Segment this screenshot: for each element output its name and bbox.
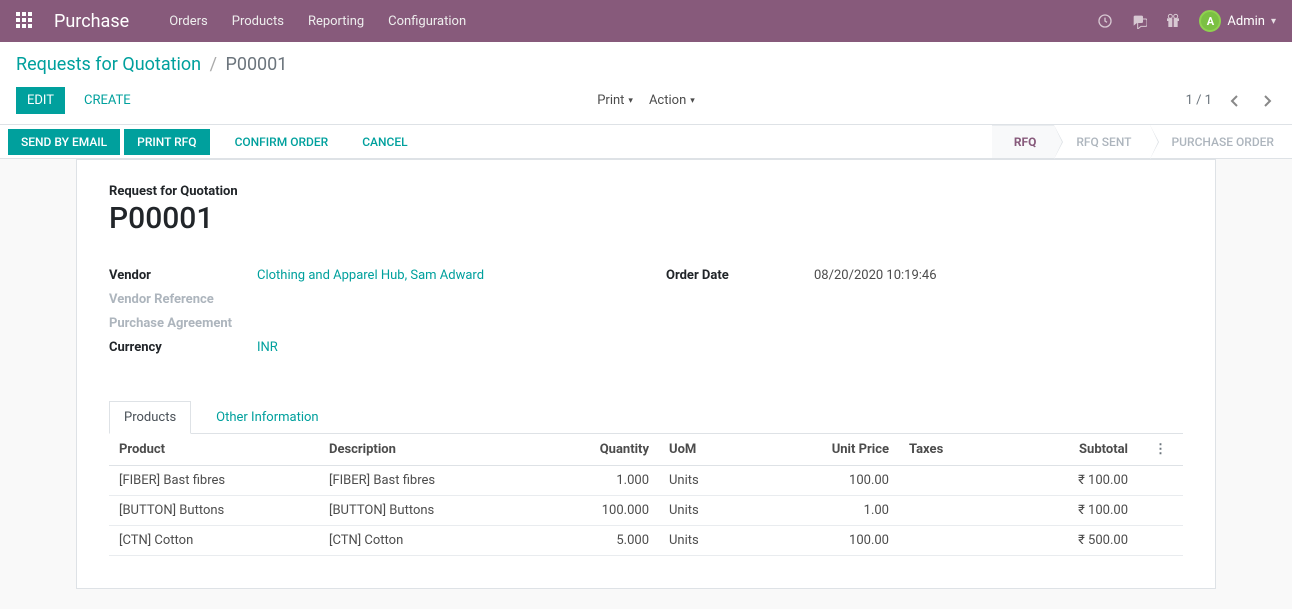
user-menu[interactable]: A Admin ▾: [1199, 10, 1276, 32]
notebook-tabs: Products Other Information: [109, 400, 1183, 434]
cell-product: [BUTTON] Buttons: [109, 496, 319, 526]
edit-button[interactable]: EDIT: [16, 87, 65, 114]
cell-product: [FIBER] Bast fibres: [109, 466, 319, 496]
print-dropdown[interactable]: Print ▾: [597, 93, 633, 108]
pager-prev-icon[interactable]: [1226, 94, 1244, 108]
caret-down-icon: ▾: [690, 96, 695, 106]
avatar-letter: A: [1207, 15, 1214, 28]
control-panel: EDIT CREATE Print ▾ Action ▾ 1 / 1: [0, 79, 1292, 125]
menu-configuration[interactable]: Configuration: [388, 14, 466, 29]
cell-taxes: [899, 466, 999, 496]
vendor-ref-label: Vendor Reference: [109, 292, 257, 308]
confirm-order-button[interactable]: CONFIRM ORDER: [222, 129, 342, 155]
cell-quantity: 1.000: [549, 466, 659, 496]
table-row[interactable]: [BUTTON] Buttons[BUTTON] Buttons100.000U…: [109, 496, 1183, 526]
action-label: Action: [649, 93, 686, 108]
chevron-down-icon: ▾: [1271, 16, 1276, 27]
cell-unit-price: 100.00: [749, 466, 899, 496]
col-quantity[interactable]: Quantity: [549, 434, 659, 466]
send-email-button[interactable]: SEND BY EMAIL: [8, 129, 120, 155]
breadcrumb-bar: Requests for Quotation / P00001: [0, 42, 1292, 79]
cell-description: [FIBER] Bast fibres: [319, 466, 549, 496]
col-taxes[interactable]: Taxes: [899, 434, 999, 466]
cell-taxes: [899, 496, 999, 526]
activity-icon[interactable]: [1097, 13, 1113, 29]
breadcrumb-root[interactable]: Requests for Quotation: [16, 54, 201, 75]
menu-products[interactable]: Products: [232, 14, 284, 29]
avatar: A: [1199, 10, 1221, 32]
pager[interactable]: 1 / 1: [1186, 93, 1212, 108]
order-date-label: Order Date: [666, 268, 814, 284]
user-name: Admin: [1227, 14, 1265, 29]
breadcrumb-separator: /: [210, 54, 217, 75]
cell-description: [BUTTON] Buttons: [319, 496, 549, 526]
order-lines-table: Product Description Quantity UoM Unit Pr…: [109, 434, 1183, 556]
tab-products[interactable]: Products: [109, 401, 191, 434]
gift-icon[interactable]: [1165, 13, 1181, 29]
top-menu: Orders Products Reporting Configuration: [169, 14, 466, 29]
col-product[interactable]: Product: [109, 434, 319, 466]
form-title-label: Request for Quotation: [109, 184, 1183, 199]
discuss-icon[interactable]: [1131, 13, 1147, 29]
tab-other-information[interactable]: Other Information: [201, 401, 333, 434]
cell-uom: Units: [659, 466, 749, 496]
purchase-agreement-value: [279, 316, 626, 332]
cancel-button[interactable]: CANCEL: [349, 129, 420, 155]
order-date-value: 08/20/2020 10:19:46: [814, 268, 1183, 284]
action-dropdown[interactable]: Action ▾: [649, 93, 695, 108]
form-left-col: Vendor Clothing and Apparel Hub, Sam Adw…: [109, 264, 626, 360]
table-row[interactable]: [CTN] Cotton[CTN] Cotton5.000Units100.00…: [109, 526, 1183, 556]
purchase-agreement-label: Purchase Agreement: [109, 316, 279, 332]
apps-icon[interactable]: [16, 12, 34, 30]
col-unit-price[interactable]: Unit Price: [749, 434, 899, 466]
col-uom[interactable]: UoM: [659, 434, 749, 466]
cell-subtotal: ₹ 100.00: [999, 466, 1138, 496]
pager-next-icon[interactable]: [1258, 94, 1276, 108]
breadcrumb-current: P00001: [225, 54, 287, 75]
app-name[interactable]: Purchase: [54, 11, 129, 32]
columns-options-icon[interactable]: ⋮: [1148, 442, 1173, 457]
vendor-link[interactable]: Clothing and Apparel Hub, Sam Adward: [257, 268, 484, 283]
status-rfq-sent[interactable]: RFQ SENT: [1054, 125, 1149, 158]
sheet-wrap: Request for Quotation P00001 Vendor Clot…: [0, 159, 1292, 589]
caret-down-icon: ▾: [628, 96, 633, 106]
vendor-label: Vendor: [109, 268, 257, 284]
menu-reporting[interactable]: Reporting: [308, 14, 364, 29]
form-sheet: Request for Quotation P00001 Vendor Clot…: [76, 159, 1216, 589]
cell-unit-price: 100.00: [749, 526, 899, 556]
cell-description: [CTN] Cotton: [319, 526, 549, 556]
statusbar: SEND BY EMAIL PRINT RFQ CONFIRM ORDER CA…: [0, 125, 1292, 159]
vendor-ref-value: [257, 292, 626, 308]
create-button[interactable]: CREATE: [73, 87, 142, 114]
form-right-col: Order Date 08/20/2020 10:19:46: [666, 264, 1183, 360]
menu-orders[interactable]: Orders: [169, 14, 208, 29]
cell-uom: Units: [659, 496, 749, 526]
cell-product: [CTN] Cotton: [109, 526, 319, 556]
col-subtotal[interactable]: Subtotal: [999, 434, 1138, 466]
table-row[interactable]: [FIBER] Bast fibres[FIBER] Bast fibres1.…: [109, 466, 1183, 496]
cell-subtotal: ₹ 100.00: [999, 496, 1138, 526]
record-name: P00001: [109, 201, 1183, 236]
print-label: Print: [597, 93, 624, 108]
status-steps: RFQ RFQ SENT PURCHASE ORDER: [992, 125, 1292, 158]
cell-taxes: [899, 526, 999, 556]
cell-uom: Units: [659, 526, 749, 556]
currency-link[interactable]: INR: [257, 340, 278, 355]
status-purchase-order[interactable]: PURCHASE ORDER: [1150, 125, 1292, 158]
cell-quantity: 5.000: [549, 526, 659, 556]
print-rfq-button[interactable]: PRINT RFQ: [124, 129, 209, 155]
cell-quantity: 100.000: [549, 496, 659, 526]
breadcrumb: Requests for Quotation / P00001: [16, 54, 1276, 75]
cell-subtotal: ₹ 500.00: [999, 526, 1138, 556]
cell-unit-price: 1.00: [749, 496, 899, 526]
col-description[interactable]: Description: [319, 434, 549, 466]
status-rfq[interactable]: RFQ: [992, 125, 1055, 158]
currency-label: Currency: [109, 340, 257, 356]
main-navbar: Purchase Orders Products Reporting Confi…: [0, 0, 1292, 42]
